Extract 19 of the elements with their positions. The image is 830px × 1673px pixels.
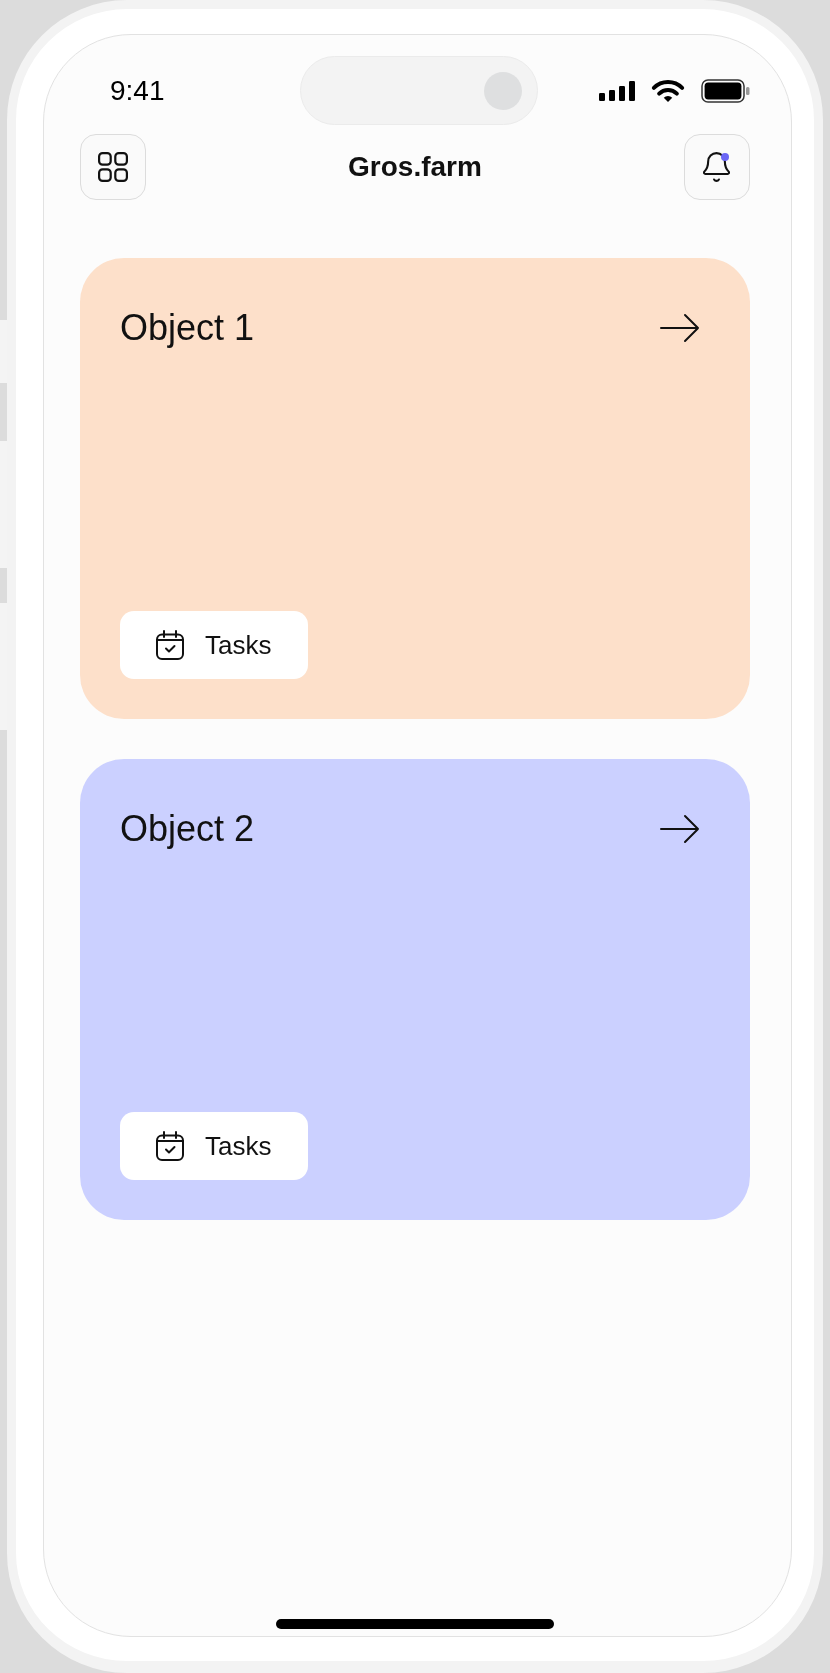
tasks-button[interactable]: Tasks — [120, 1112, 308, 1180]
object-card[interactable]: Object 1 Tasks — [80, 258, 750, 719]
object-card[interactable]: Object 2 Tasks — [80, 759, 750, 1220]
signal-icon — [599, 80, 635, 101]
notifications-button[interactable] — [684, 134, 750, 200]
grid-icon — [98, 152, 128, 182]
calendar-check-icon — [155, 1131, 185, 1161]
arrow-right-icon[interactable] — [660, 313, 700, 343]
battery-icon — [701, 78, 750, 103]
bell-icon — [703, 152, 731, 182]
arrow-right-icon[interactable] — [660, 814, 700, 844]
status-time: 9:41 — [110, 76, 165, 105]
wifi-icon — [651, 78, 685, 103]
tasks-button[interactable]: Tasks — [120, 611, 308, 679]
object-title: Object 2 — [120, 811, 255, 847]
object-title: Object 1 — [120, 310, 255, 346]
app-title: Gros.farm — [348, 153, 482, 181]
menu-button[interactable] — [80, 134, 146, 200]
calendar-check-icon — [155, 630, 185, 660]
